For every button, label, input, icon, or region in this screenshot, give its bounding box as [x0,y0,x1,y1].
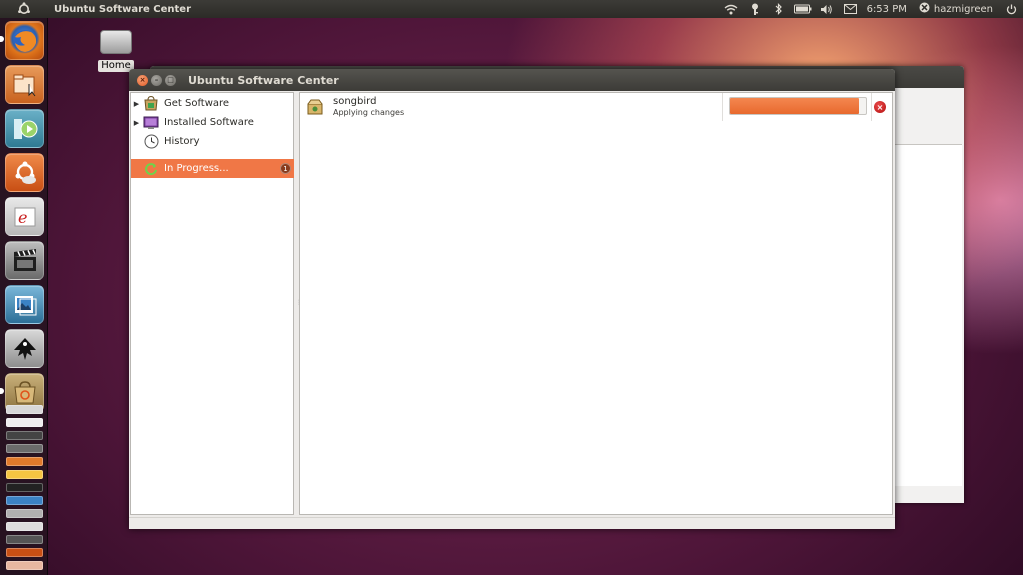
cancel-transaction-button[interactable]: × [874,101,886,113]
launcher-folded-item[interactable] [6,431,43,440]
sidebar-item-installed-software[interactable]: ▶ Installed Software [131,113,294,132]
close-button[interactable]: × [137,74,148,86]
running-indicator [0,36,4,42]
minimize-button[interactable]: – [151,74,162,86]
user-status-icon [919,2,930,16]
progress-cell [722,93,872,121]
svg-text:e: e [18,208,27,227]
app-menu-title[interactable]: Ubuntu Software Center [54,4,191,15]
installed-software-icon [143,115,159,131]
in-progress-icon [143,161,159,177]
launcher-evolution-icon[interactable]: e [5,197,44,236]
launcher-folded-item[interactable] [6,405,43,414]
progress-count-badge: 1 [280,163,291,174]
launcher-video-editor-icon[interactable] [5,241,44,280]
launcher-folded-item[interactable] [6,548,43,557]
sidebar-item-label: In Progress... [164,163,229,174]
window-title: Ubuntu Software Center [188,73,339,87]
launcher: e [0,18,48,575]
launcher-folded-item[interactable] [6,483,43,492]
launcher-folded-item[interactable] [6,496,43,505]
sidebar-item-label: Get Software [164,98,230,109]
expander-arrow-icon[interactable]: ▶ [132,100,141,108]
launcher-folded-item[interactable] [6,418,43,427]
background-window-pane [894,144,962,486]
wifi-icon[interactable] [719,0,743,18]
expander-arrow-icon[interactable]: ▶ [132,119,141,127]
package-icon [307,99,323,115]
window-titlebar[interactable]: × – □ Ubuntu Software Center [129,69,895,91]
package-name: songbird [333,96,377,107]
top-panel: Ubuntu Software Center 6:53 PM hazmigree… [0,0,1023,18]
desktop-icon-label: Home [98,60,134,72]
power-icon[interactable] [999,0,1023,18]
window-controls: × – □ [137,74,176,86]
launcher-folded-item[interactable] [6,470,43,479]
indicator-area: 6:53 PM hazmigreen [719,0,1023,18]
bluetooth-icon[interactable] [767,0,791,18]
sidebar-item-get-software[interactable]: ▶ Get Software [131,94,294,113]
transaction-text: songbird Applying changes [333,96,404,118]
running-indicator [0,388,4,394]
launcher-ubuntu-one-icon[interactable] [5,153,44,192]
launcher-image-viewer-icon[interactable] [5,285,44,324]
user-menu[interactable]: hazmigreen [913,2,999,16]
launcher-inkscape-icon[interactable] [5,329,44,368]
mail-icon[interactable] [839,0,863,18]
sidebar-item-in-progress[interactable]: In Progress... 1 [131,159,294,178]
launcher-firefox-icon[interactable] [5,21,44,60]
key-icon[interactable] [743,0,767,18]
transaction-row[interactable]: songbird Applying changes × [300,93,892,121]
launcher-folded-item[interactable] [6,522,43,531]
maximize-button[interactable]: □ [165,74,176,86]
drive-icon [100,30,132,54]
sidebar-item-label: Installed Software [164,117,254,128]
launcher-folded-item[interactable] [6,561,43,570]
clock[interactable]: 6:53 PM [863,4,913,15]
sidebar: ▶ Get Software ▶ Installed Software Hist… [130,92,294,515]
launcher-files-icon[interactable] [5,65,44,104]
battery-icon[interactable] [791,0,815,18]
software-center-window: × – □ Ubuntu Software Center ▶ Get Softw… [129,69,895,529]
history-icon [143,134,159,150]
pane-splitter-handle[interactable]: ⋮ [296,299,302,309]
get-software-icon [143,96,159,112]
desktop-icon-home[interactable]: Home [96,30,136,72]
volume-icon[interactable] [815,0,839,18]
sidebar-item-label: History [164,136,200,147]
launcher-folded-item[interactable] [6,535,43,544]
in-progress-list: songbird Applying changes × [299,92,893,515]
transaction-status: Applying changes [333,108,405,117]
username: hazmigreen [933,3,993,15]
launcher-folded-item[interactable] [6,457,43,466]
sidebar-item-history[interactable]: History [131,132,294,151]
progress-bar-fill [730,98,860,114]
launcher-folded-item[interactable] [6,509,43,518]
launcher-folded-item[interactable] [6,444,43,453]
progress-bar [729,97,867,115]
window-statusbar [129,517,895,529]
launcher-media-player-icon[interactable] [5,109,44,148]
ubuntu-logo-icon[interactable] [0,0,48,18]
